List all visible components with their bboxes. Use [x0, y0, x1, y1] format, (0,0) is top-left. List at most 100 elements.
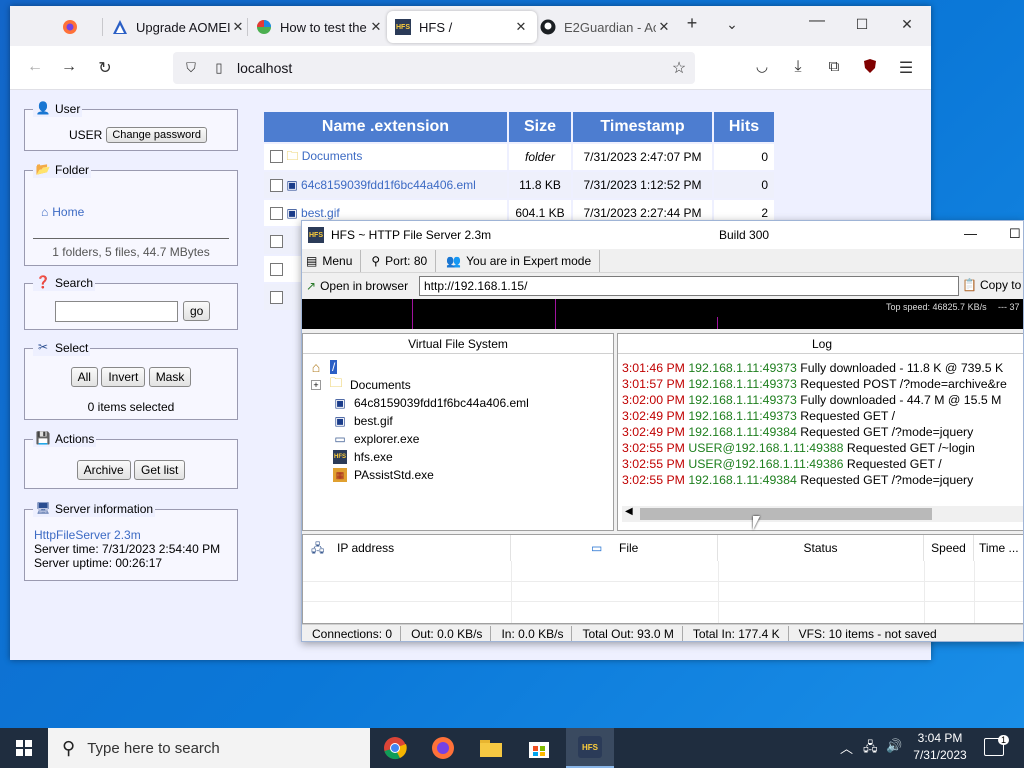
- divider: [33, 238, 229, 239]
- back-icon[interactable]: ←: [24, 58, 46, 76]
- search-input[interactable]: [55, 301, 178, 322]
- new-tab-icon[interactable]: +: [682, 13, 702, 34]
- name-column-header[interactable]: Name .extension: [264, 112, 507, 142]
- file-link[interactable]: best.gif: [301, 206, 340, 220]
- go-button[interactable]: go: [183, 301, 211, 321]
- minimize-icon[interactable]: —: [964, 226, 977, 241]
- home-link[interactable]: Home: [52, 205, 84, 219]
- github-icon: [540, 19, 556, 35]
- close-window-icon[interactable]: ✕: [897, 16, 917, 33]
- notification-icon[interactable]: 1: [984, 735, 1009, 756]
- folder-summary: 1 folders, 5 files, 44.7 MBytes: [52, 245, 210, 259]
- forward-icon[interactable]: →: [58, 58, 80, 76]
- firefox-view-tab[interactable]: [54, 11, 96, 43]
- row-checkbox[interactable]: [270, 149, 283, 163]
- tab-hfs[interactable]: HFS HFS / ✕: [387, 11, 537, 43]
- email-file-icon: ▣: [334, 396, 346, 410]
- tab-how-to-test[interactable]: How to test the ✕: [248, 11, 392, 43]
- download-icon[interactable]: ⤓: [787, 58, 809, 76]
- scroll-left-icon[interactable]: ◀: [625, 506, 633, 517]
- vfs-item-explorer[interactable]: ▭ explorer.exe: [333, 430, 419, 448]
- file-hits: 0: [714, 144, 774, 170]
- mode-button[interactable]: 👥 You are in Expert mode: [436, 249, 601, 272]
- vfs-item-hfs[interactable]: HFS hfs.exe: [333, 448, 393, 466]
- invert-button[interactable]: Invert: [101, 367, 146, 387]
- mask-button[interactable]: Mask: [148, 367, 192, 387]
- file-link[interactable]: 64c8159039fdd1f6bc44a406.eml: [301, 178, 476, 192]
- expand-icon[interactable]: +: [311, 380, 321, 390]
- table-row: ▣ 64c8159039fdd1f6bc44a406.eml 11.8 KB 7…: [264, 172, 774, 198]
- tab-e2guardian[interactable]: E2Guardian - Ac ✕: [532, 11, 680, 43]
- status-column-header[interactable]: Status: [718, 535, 924, 561]
- vfs-item-gif[interactable]: ▣ best.gif: [333, 412, 393, 430]
- hfs-taskbar-button[interactable]: HFS: [566, 728, 614, 768]
- hfs-status-bar: Connections: 0 Out: 0.0 KB/s In: 0.0 KB/…: [302, 624, 1023, 641]
- chrome-taskbar-button[interactable]: [371, 728, 419, 768]
- start-button[interactable]: [0, 728, 48, 768]
- close-icon[interactable]: ✕: [656, 19, 672, 35]
- row-checkbox[interactable]: [270, 235, 283, 249]
- file-column-header[interactable]: ▭ File: [511, 535, 718, 561]
- copy-to-clipboard-button[interactable]: 📋 Copy to: [962, 278, 1021, 292]
- url-text[interactable]: localhost: [237, 60, 292, 76]
- ublock-icon[interactable]: [859, 58, 881, 79]
- image-file-icon: ▣: [286, 205, 298, 220]
- vfs-item-label: best.gif: [354, 414, 393, 428]
- close-icon[interactable]: ✕: [513, 19, 529, 35]
- row-checkbox[interactable]: [270, 263, 283, 277]
- hits-column-header[interactable]: Hits: [714, 112, 774, 142]
- clipboard-icon: 📋: [962, 278, 977, 292]
- select-all-button[interactable]: All: [70, 367, 98, 387]
- open-in-browser-button[interactable]: ↗ Open in browser: [306, 279, 408, 293]
- nav-bar: ← → ↻ ⛉ ▯ localhost ☆ ◡ ⤓ ⧉ ☰: [10, 46, 931, 90]
- tab-upgrade-aomei[interactable]: Upgrade AOMEI ✕: [104, 11, 254, 43]
- file-timestamp: 7/31/2023 1:12:52 PM: [573, 172, 712, 198]
- maximize-icon[interactable]: ☐: [1009, 226, 1021, 242]
- menu-button[interactable]: ▤ Menu: [302, 249, 362, 272]
- colorful-icon: [256, 19, 272, 35]
- vfs-item-documents[interactable]: + 🗀 Documents: [311, 375, 411, 394]
- tab-list-chevron-icon[interactable]: ⌄: [722, 16, 742, 33]
- size-column-header[interactable]: Size: [509, 112, 571, 142]
- firefox-taskbar-button[interactable]: [419, 728, 467, 768]
- speed-column-header[interactable]: Speed: [924, 535, 974, 561]
- server-icon: 🖥: [35, 501, 51, 515]
- hfs-version-link[interactable]: HttpFileServer 2.3m: [34, 528, 220, 542]
- pocket-icon[interactable]: ◡: [751, 58, 773, 75]
- row-checkbox[interactable]: [270, 179, 283, 193]
- row-checkbox[interactable]: [270, 207, 283, 221]
- reload-icon[interactable]: ↻: [94, 58, 116, 78]
- file-link[interactable]: Documents: [302, 149, 363, 163]
- minimize-icon[interactable]: —: [807, 12, 827, 30]
- shield-icon[interactable]: ⛉: [181, 60, 201, 76]
- close-icon[interactable]: ✕: [368, 19, 384, 35]
- explorer-taskbar-button[interactable]: [467, 728, 515, 768]
- vfs-item-passist[interactable]: ▦ PAssistStd.exe: [333, 466, 434, 484]
- log-horizontal-scrollbar[interactable]: ◀: [622, 506, 1023, 522]
- taskbar-search[interactable]: ⚲ Type here to search: [48, 728, 370, 768]
- maximize-icon[interactable]: ☐: [852, 16, 872, 33]
- change-password-button[interactable]: Change password: [106, 127, 208, 143]
- row-checkbox[interactable]: [270, 291, 283, 305]
- chevron-up-icon[interactable]: ︿: [840, 738, 853, 757]
- time-column-header[interactable]: Time ...: [974, 535, 1023, 561]
- port-button[interactable]: ⚲ Port: 80: [361, 249, 437, 272]
- ip-address-column-header[interactable]: 🖧 IP address: [303, 535, 511, 561]
- extensions-icon[interactable]: ⧉: [823, 58, 845, 75]
- notification-count: 1: [997, 735, 1009, 745]
- menu-icon[interactable]: ☰: [895, 58, 917, 78]
- bookmark-star-icon[interactable]: ☆: [669, 58, 689, 78]
- address-bar[interactable]: ⛉ ▯ localhost ☆: [173, 52, 695, 84]
- get-list-button[interactable]: Get list: [134, 460, 186, 480]
- hfs-app-window: HFS HFS ~ HTTP File Server 2.3m Build 30…: [301, 220, 1024, 642]
- taskbar-clock[interactable]: 3:04 PM 7/31/2023: [900, 730, 980, 764]
- timestamp-column-header[interactable]: Timestamp: [573, 112, 712, 142]
- store-taskbar-button[interactable]: [515, 728, 563, 768]
- network-icon[interactable]: 🖧: [863, 738, 878, 760]
- archive-button[interactable]: Archive: [76, 460, 131, 480]
- close-icon[interactable]: ✕: [230, 19, 246, 35]
- log-line: 3:01:57 PM 192.168.1.11:49373 Requested …: [622, 377, 1007, 391]
- hfs-url-field[interactable]: http://192.168.1.15/: [419, 276, 959, 296]
- scrollbar-thumb[interactable]: [640, 508, 932, 520]
- vfs-item-eml[interactable]: ▣ 64c8159039fdd1f6bc44a406.eml: [333, 394, 529, 412]
